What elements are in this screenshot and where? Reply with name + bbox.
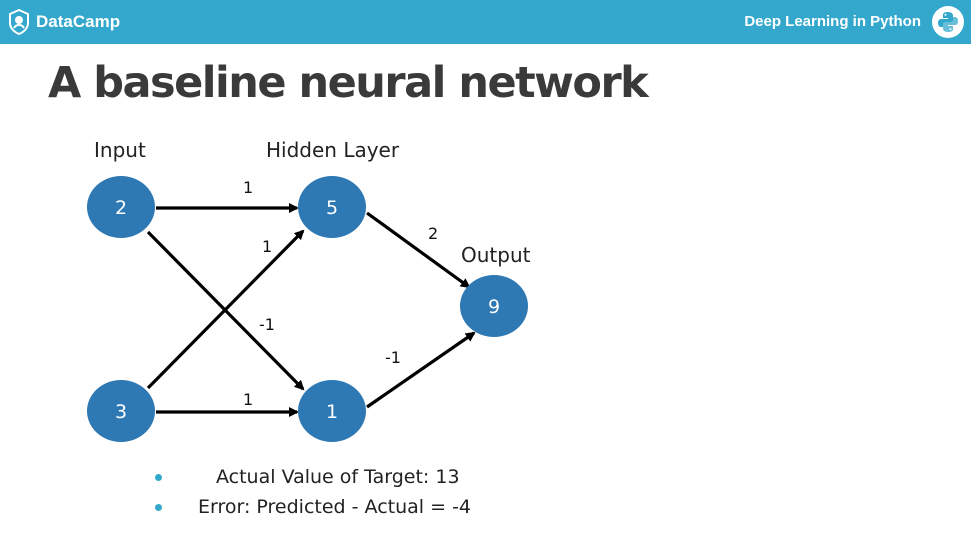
- edge-hidden-bottom-to-output: [366, 331, 476, 409]
- bullet-text: Error: Predicted - Actual = -4: [198, 496, 472, 518]
- edge-hidden-top-to-output: [366, 211, 471, 289]
- weight-input-bottom-hidden-bottom: 1: [243, 390, 253, 409]
- node-output: 9: [460, 275, 528, 337]
- node-hidden-top-value: 5: [326, 197, 338, 219]
- output-layer-label: Output: [461, 243, 531, 267]
- neural-network-diagram: Input Hidden Layer Output 1 1 -1 1 2 -1 …: [87, 138, 531, 442]
- bullet-item-actual-value: Actual Value of Target: 13: [150, 462, 471, 492]
- weight-input-top-hidden-bottom: -1: [259, 315, 275, 334]
- bullet-dot-icon: [155, 474, 162, 481]
- node-output-value: 9: [488, 296, 500, 318]
- node-input-bottom-value: 3: [115, 401, 127, 423]
- node-input-bottom: 3: [87, 380, 155, 442]
- bullet-dot-icon: [155, 504, 162, 511]
- slide: DataCamp Deep Learning in Python A basel…: [0, 0, 971, 541]
- bullet-text: Actual Value of Target: 13: [216, 466, 460, 488]
- weight-input-top-hidden-top: 1: [243, 178, 253, 197]
- weight-hidden-bottom-output: -1: [385, 348, 401, 367]
- node-input-top-value: 2: [115, 197, 127, 219]
- weight-input-bottom-hidden-top: 1: [262, 237, 272, 256]
- hidden-layer-label: Hidden Layer: [266, 138, 400, 162]
- input-layer-label: Input: [94, 138, 146, 162]
- node-hidden-top: 5: [298, 176, 366, 238]
- node-input-top: 2: [87, 176, 155, 238]
- node-hidden-bottom-value: 1: [326, 401, 338, 423]
- bullet-item-error: Error: Predicted - Actual = -4: [150, 492, 471, 522]
- node-hidden-bottom: 1: [298, 380, 366, 442]
- weight-hidden-top-output: 2: [428, 224, 438, 243]
- bullet-list: Actual Value of Target: 13 Error: Predic…: [150, 462, 471, 522]
